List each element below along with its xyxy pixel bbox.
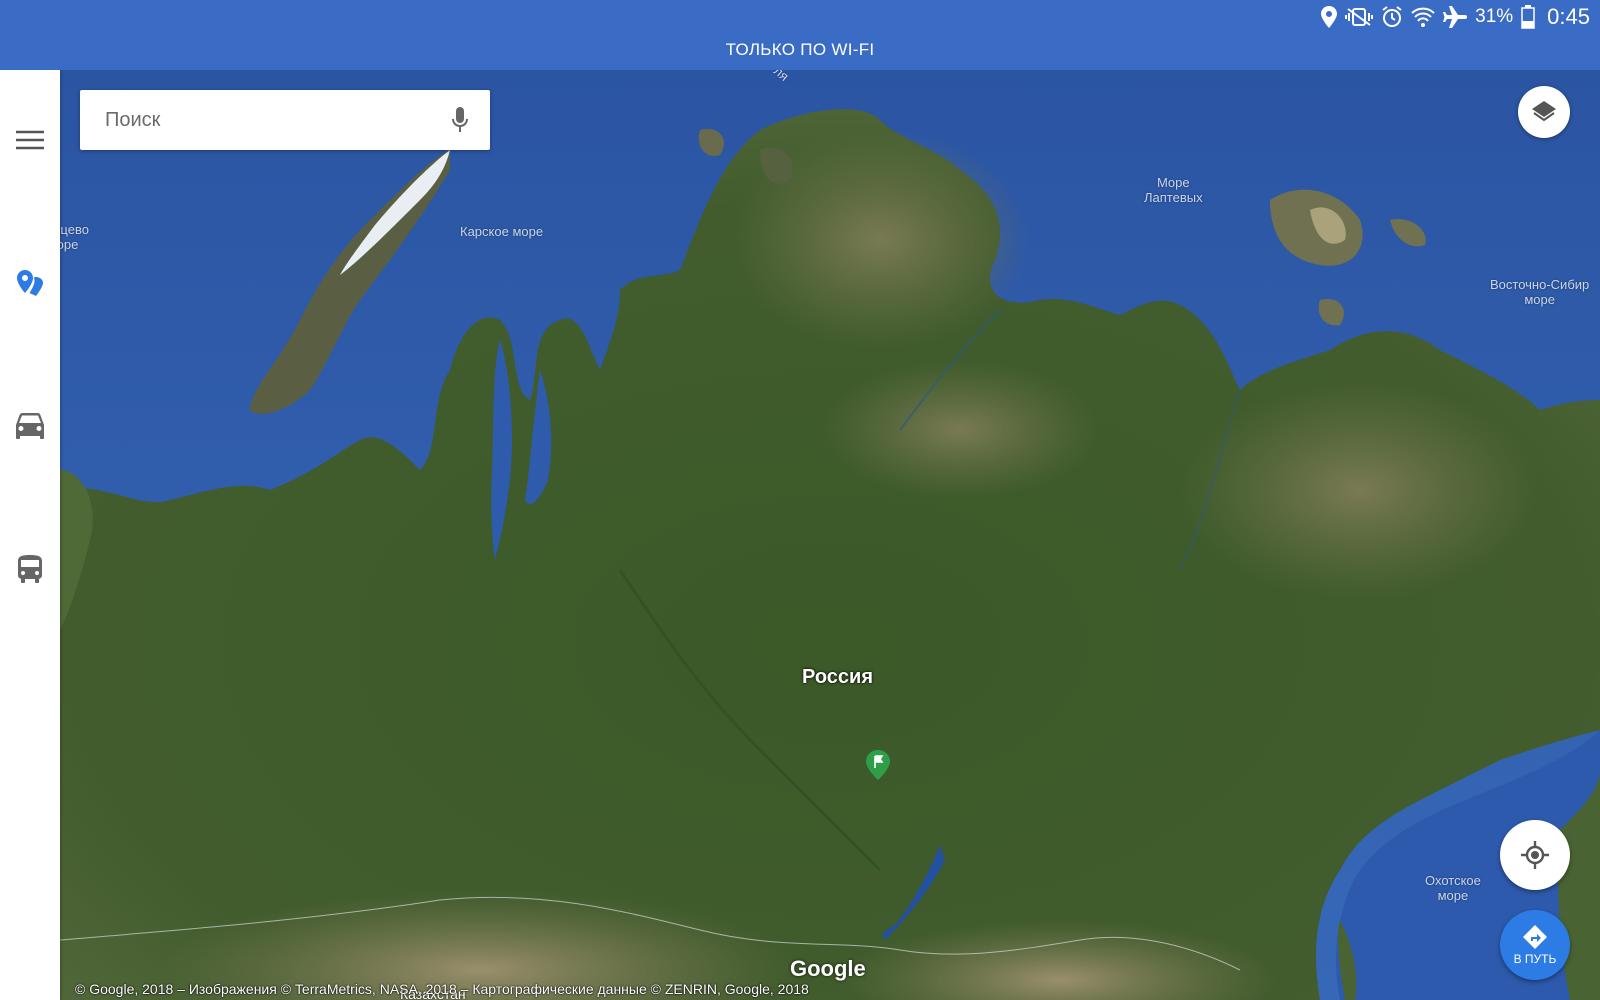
- directions-icon: [1523, 925, 1547, 949]
- explore-places-icon: [17, 270, 43, 296]
- map-label-kara-sea: Карское море: [460, 224, 544, 239]
- airplane-icon: [1443, 6, 1468, 28]
- search-input[interactable]: Поиск: [80, 109, 430, 132]
- map-label-line: Охотское: [1425, 873, 1481, 888]
- explore-tab[interactable]: [0, 253, 60, 313]
- flag-pin-icon[interactable]: [866, 750, 890, 780]
- microphone-icon: [452, 107, 468, 132]
- car-icon: [16, 413, 44, 439]
- menu-icon: [16, 130, 44, 150]
- nav-rail: [0, 70, 60, 1000]
- wifi-icon: [1411, 7, 1435, 27]
- directions-button[interactable]: В ПУТЬ: [1500, 910, 1570, 980]
- battery-percent: 31%: [1475, 6, 1514, 27]
- my-location-button[interactable]: [1500, 820, 1570, 890]
- map-label-line: море: [1437, 888, 1469, 903]
- map-label-line: Восточно-Сибир: [1490, 277, 1590, 292]
- top-bar: 31% 0:45 ТОЛЬКО ПО WI-FI: [0, 0, 1600, 70]
- voice-search-button[interactable]: [430, 90, 490, 150]
- my-location-icon: [1521, 841, 1549, 869]
- map-label-pechora-sea: енцево оре: [60, 222, 89, 252]
- status-bar: 31% 0:45: [1321, 2, 1590, 32]
- map-label-laptev-sea: Море Лаптевых: [1144, 175, 1203, 205]
- location-icon: [1321, 6, 1338, 28]
- offline-banner: ТОЛЬКО ПО WI-FI: [725, 40, 875, 59]
- battery-icon: [1521, 5, 1535, 29]
- maps-screen: 31% 0:45 ТОЛЬКО ПО WI-FI цево оре Карско…: [0, 0, 1600, 1000]
- map-label-line: оре: [60, 237, 79, 252]
- mute-vibrate-icon: [1345, 8, 1374, 26]
- transit-tab[interactable]: [0, 539, 60, 599]
- menu-button[interactable]: [0, 110, 60, 170]
- layers-button[interactable]: [1518, 86, 1570, 138]
- google-logo: Google: [790, 956, 866, 981]
- satellite-terrain: [60, 70, 1600, 1000]
- map-label-line: Море: [1156, 175, 1190, 190]
- driving-tab[interactable]: [0, 396, 60, 456]
- map-label-east-siberian-sea: Восточно-Сибир море: [1490, 277, 1589, 307]
- clock: 0:45: [1547, 4, 1590, 29]
- map-label-line: енцево: [60, 222, 89, 237]
- map-label-okhotsk-sea: Охотское море: [1425, 873, 1481, 903]
- layers-icon: [1532, 101, 1556, 122]
- alarm-icon: [1382, 6, 1402, 27]
- map-label-line: море: [1524, 292, 1555, 307]
- map-view[interactable]: енцево оре Карское море Море Лаптевых Во…: [60, 70, 1600, 1000]
- map-label-line: Лаптевых: [1144, 190, 1203, 205]
- search-box[interactable]: Поиск: [80, 90, 490, 150]
- transit-icon: [18, 555, 42, 583]
- directions-label: В ПУТЬ: [1513, 952, 1557, 966]
- map-attribution: © Google, 2018 – Изображения © TerraMetr…: [75, 981, 809, 997]
- map-label-russia[interactable]: Россия: [802, 666, 873, 689]
